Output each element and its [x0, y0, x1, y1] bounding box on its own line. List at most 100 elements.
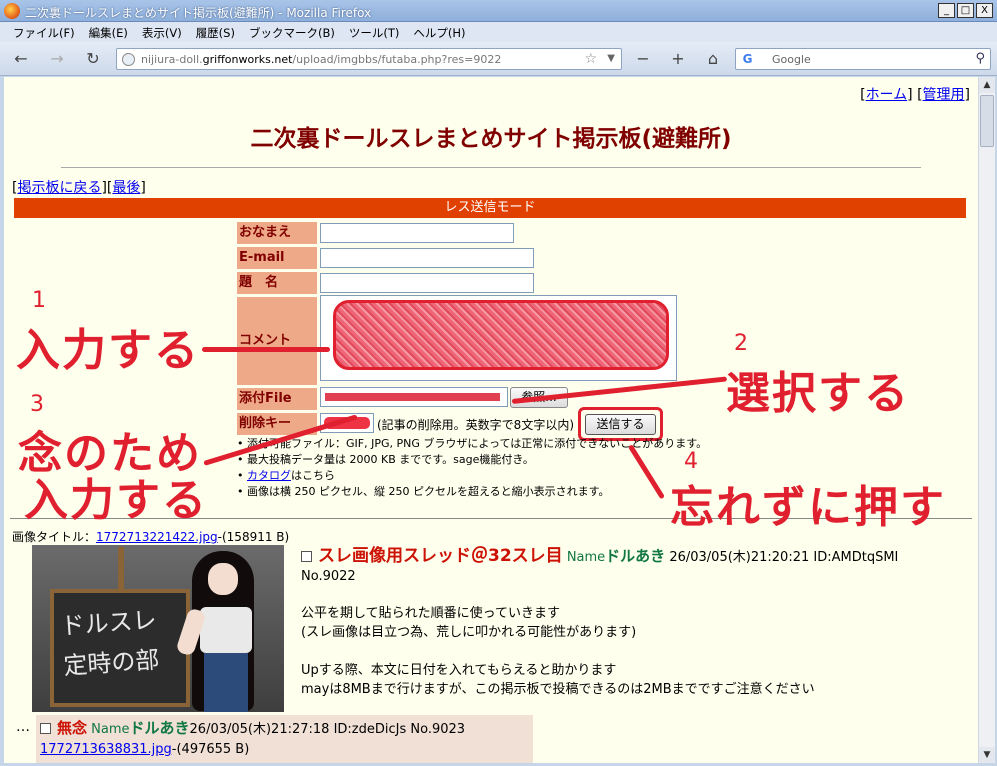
scroll-down-icon[interactable]: ▼	[979, 747, 995, 763]
url-prefix: nijiura-doll.	[141, 53, 203, 66]
top-links: [ホーム] [管理用]	[860, 87, 970, 103]
post-number[interactable]: No.9022	[301, 567, 971, 586]
image-title-label: 画像タイトル：	[12, 530, 97, 544]
post-body-line: (スレ画像は目立つ為、荒しに叩かれる可能性があります)	[301, 625, 637, 640]
firefox-logo-icon	[4, 3, 20, 19]
name-input[interactable]	[320, 223, 514, 243]
reply-file-link[interactable]: 1772713638831.jpg	[40, 742, 172, 757]
admin-link[interactable]: 管理用	[923, 87, 965, 103]
redacted-comment-mark	[333, 300, 669, 370]
url-path: /upload/imgbbs/futaba.php?res=9022	[292, 53, 502, 66]
menu-bookmarks[interactable]: ブックマーク(B)	[242, 22, 342, 42]
annotation-input-2: 入力する	[24, 475, 208, 526]
post-body: 公平を期して貼られた順番に使っていきます (スレ画像は目立つ為、荒しに叩かれる可…	[301, 604, 971, 699]
close-button[interactable]: X	[976, 3, 993, 18]
easel	[118, 547, 124, 593]
comment-textarea[interactable]	[320, 295, 677, 381]
reload-icon[interactable]: ↻	[82, 49, 104, 69]
reply-marker: …	[16, 719, 30, 735]
url-dropdown-icon[interactable]: ▼	[607, 53, 615, 64]
scroll-up-icon[interactable]: ▲	[979, 77, 995, 93]
window-controls: _ □ X	[938, 3, 993, 18]
navigation-toolbar: ← → ↻ nijiura-doll.griffonworks.net/uplo…	[0, 42, 997, 76]
last-link[interactable]: 最後	[112, 180, 140, 196]
menu-file[interactable]: ファイル(F)	[6, 22, 82, 42]
window-titlebar: 二次裏ドールスレまとめサイト掲示板(避難所) - Mozilla Firefox…	[0, 0, 997, 22]
bookmark-star-icon[interactable]: ☆	[584, 51, 597, 67]
reply-file-size: -(497655 B)	[171, 742, 250, 757]
post-datetime: 26/03/05(木)21:20:21 ID:AMDtqSMI	[669, 550, 899, 565]
menu-history[interactable]: 履歴(S)	[189, 22, 242, 42]
search-icon[interactable]: ⚲	[975, 51, 985, 66]
file-label: 添付File	[237, 388, 317, 410]
annotation-select: 選択する	[726, 368, 910, 419]
back-links: [掲示板に戻る][最後]	[12, 180, 146, 196]
globe-icon	[122, 53, 135, 66]
doll-shirt	[200, 607, 252, 653]
post-body-line: Upする際、本文に日付を入れてもらえると助かります	[301, 663, 617, 678]
vertical-scrollbar[interactable]: ▲ ▼	[978, 77, 995, 763]
reply-meta: 26/03/05(木)21:27:18 ID:zdeDicJs No.9023	[189, 722, 466, 737]
name-label: おなまえ	[237, 222, 317, 244]
file-input[interactable]	[320, 387, 508, 407]
menu-tools[interactable]: ツール(T)	[342, 22, 407, 42]
post-body-line: mayは8MBまで行けますが、この掲示板で投稿できるのは2MBまでですご注意くだ…	[301, 682, 815, 697]
post-body-line: 公平を期して貼られた順番に使っていきます	[301, 606, 560, 621]
thread-image-thumbnail[interactable]: ドルスレ 定時の部	[32, 545, 284, 712]
subject-input[interactable]	[320, 273, 534, 293]
image-title-line: 画像タイトル：1772713221422.jpg-(158911 B)	[12, 528, 289, 545]
post-header: スレ画像用スレッド＠32スレ目 Nameドルあき 26/03/05(木)21:2…	[301, 547, 971, 567]
search-bar[interactable]: G Google ⚲	[735, 48, 991, 70]
chalkboard-text: ドルスレ 定時の部	[59, 600, 161, 687]
reply-name-label: Name	[91, 722, 130, 737]
google-icon[interactable]: G	[740, 52, 755, 67]
email-input[interactable]	[320, 248, 534, 268]
back-arrow-icon[interactable]: ←	[10, 49, 32, 69]
menu-bar: ファイル(F) 編集(E) 表示(V) 履歴(S) ブックマーク(B) ツール(…	[0, 22, 997, 42]
reply-title: 無念	[57, 719, 88, 737]
reply-checkbox[interactable]	[40, 723, 51, 734]
home-icon[interactable]: ⌂	[702, 49, 724, 69]
page-title: 二次裏ドールスレまとめサイト掲示板(避難所)	[250, 126, 732, 152]
zoom-in-icon[interactable]: +	[667, 49, 689, 69]
image-size: -(158911 B)	[217, 530, 290, 544]
annotation-input: 入力する	[16, 325, 200, 376]
annotation-dont-forget: 忘れずに押す	[670, 482, 946, 533]
url-text[interactable]: nijiura-doll.griffonworks.net/upload/img…	[141, 53, 501, 66]
maximize-button[interactable]: □	[957, 3, 974, 18]
post-checkbox[interactable]	[301, 551, 312, 562]
reply-header: 無念 Nameドルあき26/03/05(木)21:27:18 ID:zdeDic…	[40, 718, 529, 740]
chalk-line-2: 定時の部	[62, 645, 161, 681]
back-to-board-link[interactable]: 掲示板に戻る	[17, 180, 101, 196]
menu-edit[interactable]: 編集(E)	[82, 22, 135, 42]
post-body-line	[301, 642, 971, 661]
catalog-link[interactable]: カタログ	[247, 469, 291, 482]
menu-view[interactable]: 表示(V)	[135, 22, 189, 42]
zoom-out-icon[interactable]: −	[632, 49, 654, 69]
search-placeholder: Google	[772, 53, 811, 66]
reply-post: 無念 Nameドルあき26/03/05(木)21:27:18 ID:zdeDic…	[36, 715, 533, 763]
annotation-number-3: 3	[30, 392, 44, 417]
url-bar[interactable]: nijiura-doll.griffonworks.net/upload/img…	[116, 48, 622, 70]
redacted-file-mark	[325, 393, 500, 401]
divider	[61, 167, 921, 168]
reply-mode-bar: レス送信モード	[14, 198, 966, 218]
doll-face	[208, 563, 238, 595]
email-label: E-mail	[237, 247, 317, 269]
home-link[interactable]: ホーム	[866, 87, 908, 103]
reply-poster-name: ドルあき	[129, 719, 190, 737]
note-item: 画像は横 250 ピクセル、縦 250 ピクセルを超えると縮小表示されます。	[237, 484, 707, 500]
annotation-number-1: 1	[32, 288, 46, 313]
post-title: スレ画像用スレッド＠32スレ目	[318, 546, 563, 566]
image-file-link[interactable]: 1772713221422.jpg	[96, 530, 218, 544]
chalkboard: ドルスレ 定時の部	[50, 589, 190, 707]
minimize-button[interactable]: _	[938, 3, 955, 18]
annotation-number-2: 2	[734, 331, 748, 356]
annotation-arrow-1	[202, 347, 330, 352]
note-item: 添付可能ファイル：GIF, JPG, PNG ブラウザによっては正常に添付できな…	[237, 436, 707, 452]
forward-arrow-icon[interactable]: →	[46, 49, 68, 69]
menu-help[interactable]: ヘルプ(H)	[406, 22, 472, 42]
poster-name: ドルあき	[605, 547, 666, 565]
scroll-thumb[interactable]	[980, 95, 994, 147]
subject-label: 題 名	[237, 272, 317, 294]
